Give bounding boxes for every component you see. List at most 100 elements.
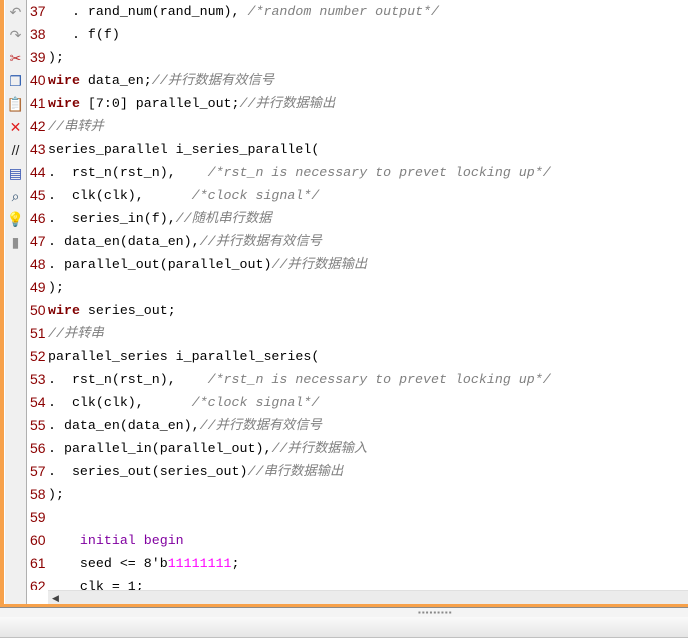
code-text: . rst_n(rst_n), /*rst_n is necessary to … bbox=[48, 368, 551, 391]
code-line: 59 bbox=[27, 506, 688, 529]
code-token: . series_out(series_out) bbox=[48, 464, 248, 479]
code-token: series_parallel i_series_parallel( bbox=[48, 142, 320, 157]
code-token: . parallel_out(parallel_out) bbox=[48, 257, 272, 272]
code-text: //并转串 bbox=[48, 322, 104, 345]
code-token: ); bbox=[48, 487, 64, 502]
code-token: series_out; bbox=[79, 303, 176, 318]
code-token: . series_in(f), bbox=[48, 211, 176, 226]
keyword: wire bbox=[48, 96, 80, 111]
code-token: [7:0] parallel_out; bbox=[79, 96, 240, 111]
code-text: ); bbox=[48, 276, 64, 299]
code-line: 56. parallel_in(parallel_out),//并行数据输入 bbox=[27, 437, 688, 460]
splitter-grip-icon[interactable]: ▪▪▪▪▪▪▪▪▪ bbox=[418, 609, 453, 617]
code-line: 49); bbox=[27, 276, 688, 299]
code-text: //串转并 bbox=[48, 115, 104, 138]
code-text: . rand_num(rand_num), /*random number ou… bbox=[48, 0, 439, 23]
code-line: 61 seed <= 8'b11111111; bbox=[27, 552, 688, 575]
comment: //并行数据输出 bbox=[271, 257, 368, 272]
lower-panel bbox=[0, 617, 688, 638]
template-icon[interactable]: ▮ bbox=[5, 230, 26, 253]
comment: //串转并 bbox=[48, 119, 104, 134]
code-text: . clk(clk), /*clock signal*/ bbox=[48, 391, 319, 414]
code-text: ); bbox=[48, 46, 64, 69]
code-line: 55. data_en(data_en),//并行数据有效信号 bbox=[27, 414, 688, 437]
code-token: . clk(clk), bbox=[48, 188, 192, 203]
copy-icon[interactable]: ❐ bbox=[5, 69, 26, 92]
editor-toolbar: ↶ ↷ ✂ ❐ 📋 ✕//▤ ⌕ 💡 ▮ bbox=[5, 0, 27, 604]
code-line: 53. rst_n(rst_n), /*rst_n is necessary t… bbox=[27, 368, 688, 391]
keyword: wire bbox=[48, 303, 80, 318]
code-line: 50 wire series_out; bbox=[27, 299, 688, 322]
code-line: 48. parallel_out(parallel_out)//并行数据输出 bbox=[27, 253, 688, 276]
code-text: ); bbox=[48, 483, 64, 506]
comment: //串行数据输出 bbox=[247, 464, 344, 479]
code-token: . rand_num(rand_num), bbox=[48, 4, 248, 19]
code-token: seed <= 8'b bbox=[48, 556, 168, 571]
comment: //并行数据有效信号 bbox=[199, 234, 322, 249]
paste-icon[interactable]: 📋 bbox=[5, 92, 26, 115]
code-line: 45. clk(clk), /*clock signal*/ bbox=[27, 184, 688, 207]
code-text: . data_en(data_en),//并行数据有效信号 bbox=[48, 230, 322, 253]
comment: /*random number output*/ bbox=[247, 4, 440, 19]
code-token: . rst_n(rst_n), bbox=[48, 165, 208, 180]
editor-frame: ↶ ↷ ✂ ❐ 📋 ✕//▤ ⌕ 💡 ▮ 37 . rand_num(rand_num), /*… bbox=[0, 0, 688, 608]
code-line: 46. series_in(f),//随机串行数据 bbox=[27, 207, 688, 230]
code-token: . f(f) bbox=[48, 27, 120, 42]
delete-icon[interactable]: ✕ bbox=[5, 115, 26, 138]
code-text: clk = 1; bbox=[48, 575, 144, 590]
code-token: data_en; bbox=[79, 73, 152, 88]
code-token: . data_en(data_en), bbox=[48, 234, 200, 249]
code-text: . parallel_out(parallel_out)//并行数据输出 bbox=[48, 253, 367, 276]
lightbulb-icon[interactable]: 💡 bbox=[5, 207, 26, 230]
code-editor[interactable]: 37 . rand_num(rand_num), /*random number… bbox=[27, 0, 688, 590]
code-line: 57. series_out(series_out)//串行数据输出 bbox=[27, 460, 688, 483]
comment: //并行数据有效信号 bbox=[199, 418, 322, 433]
keyword: wire bbox=[48, 73, 80, 88]
code-line: 41 wire [7:0] parallel_out;//并行数据输出 bbox=[27, 92, 688, 115]
code-line: 54. clk(clk), /*clock signal*/ bbox=[27, 391, 688, 414]
code-line: 38 . f(f) bbox=[27, 23, 688, 46]
code-line: 60 initial begin bbox=[27, 529, 688, 552]
code-text: . data_en(data_en),//并行数据有效信号 bbox=[48, 414, 322, 437]
comment-icon[interactable]: // bbox=[5, 138, 26, 161]
number-literal: 11111111 bbox=[167, 556, 232, 571]
redo-icon[interactable]: ↷ bbox=[5, 23, 26, 46]
comment: //并转串 bbox=[48, 326, 104, 341]
code-text: . rst_n(rst_n), /*rst_n is necessary to … bbox=[48, 161, 551, 184]
comment: //并行数据输出 bbox=[239, 96, 336, 111]
horizontal-scrollbar[interactable]: ◀ bbox=[48, 590, 688, 605]
indent-icon[interactable]: ▤ bbox=[5, 161, 26, 184]
undo-icon[interactable]: ↶ bbox=[5, 0, 26, 23]
code-text: wire series_out; bbox=[48, 299, 176, 322]
code-line: 62 clk = 1; bbox=[27, 575, 688, 590]
comment: /*clock signal*/ bbox=[191, 188, 320, 203]
code-line: 58); bbox=[27, 483, 688, 506]
code-token: ); bbox=[48, 50, 64, 65]
code-text: wire data_en;//并行数据有效信号 bbox=[48, 69, 274, 92]
code-token: . parallel_in(parallel_out), bbox=[48, 441, 272, 456]
code-line: 43 series_parallel i_series_parallel( bbox=[27, 138, 688, 161]
code-line: 44. rst_n(rst_n), /*rst_n is necessary t… bbox=[27, 161, 688, 184]
code-line: 39); bbox=[27, 46, 688, 69]
comment: //随机串行数据 bbox=[175, 211, 272, 226]
code-line: 47. data_en(data_en),//并行数据有效信号 bbox=[27, 230, 688, 253]
comment: /*rst_n is necessary to prevet locking u… bbox=[207, 372, 551, 387]
find-icon[interactable]: ⌕ bbox=[5, 184, 26, 207]
splitter[interactable] bbox=[0, 608, 688, 617]
code-token: clk = 1; bbox=[48, 579, 144, 590]
code-text: . parallel_in(parallel_out),//并行数据输入 bbox=[48, 437, 367, 460]
cut-icon[interactable]: ✂ bbox=[5, 46, 26, 69]
code-text: wire [7:0] parallel_out;//并行数据输出 bbox=[48, 92, 335, 115]
code-text: . series_out(series_out)//串行数据输出 bbox=[48, 460, 343, 483]
code-line: 42//串转并 bbox=[27, 115, 688, 138]
comment: //并行数据有效信号 bbox=[151, 73, 275, 88]
scroll-left-icon[interactable]: ◀ bbox=[52, 591, 59, 605]
code-token: . clk(clk), bbox=[48, 395, 192, 410]
code-text: . f(f) bbox=[48, 23, 120, 46]
comment: //并行数据输入 bbox=[271, 441, 368, 456]
code-token: ); bbox=[48, 280, 64, 295]
code-text: initial begin bbox=[48, 529, 184, 552]
code-text: series_parallel i_series_parallel( bbox=[48, 138, 319, 161]
code-text: seed <= 8'b11111111; bbox=[48, 552, 240, 575]
